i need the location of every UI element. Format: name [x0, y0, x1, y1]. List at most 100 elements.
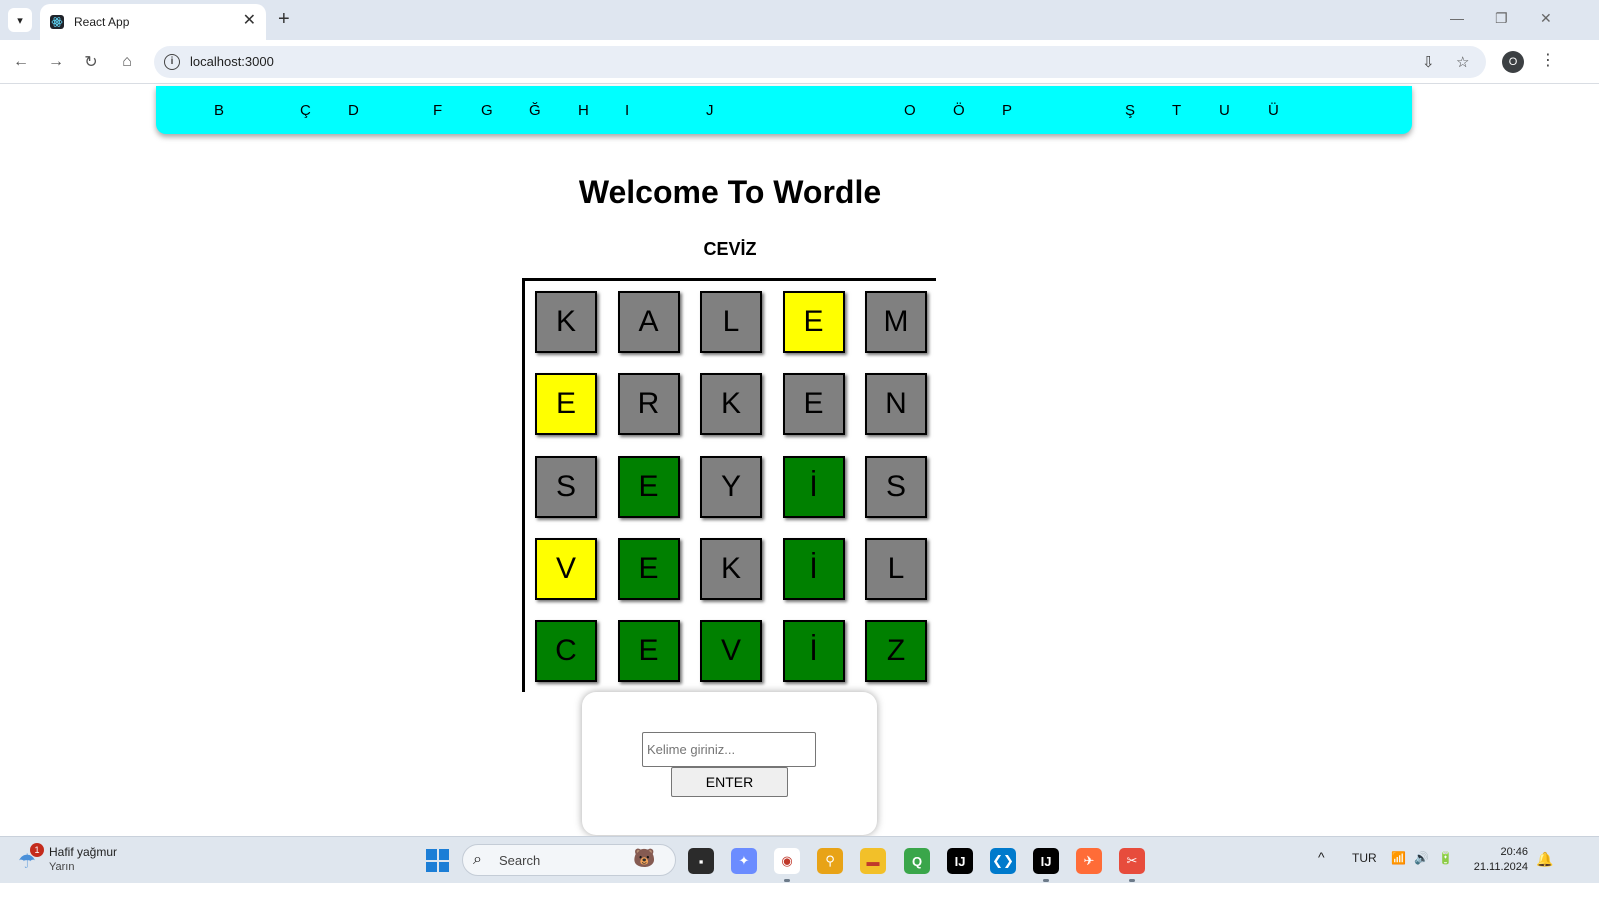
letter-tile: Z: [865, 620, 927, 683]
letter-tile: K: [700, 537, 762, 600]
remaining-letter: F: [433, 102, 443, 119]
remaining-letter: O: [904, 102, 916, 119]
letter-tile: M: [865, 291, 927, 353]
remaining-letter: Ğ: [529, 102, 541, 119]
language-indicator[interactable]: TUR: [1352, 851, 1377, 865]
remaining-letter: I: [625, 102, 630, 119]
enter-button[interactable]: ENTER: [671, 767, 788, 797]
home-icon[interactable]: ⌂: [116, 51, 138, 73]
guess-grid: KALEMERKENSEYİSVEKİLCEVİZ: [522, 278, 936, 692]
forward-icon[interactable]: →: [45, 51, 67, 73]
word-input[interactable]: [642, 732, 816, 767]
chrome-icon[interactable]: ◉: [774, 848, 800, 874]
back-icon[interactable]: ←: [10, 51, 32, 73]
remaining-letter: U: [1219, 102, 1230, 119]
remaining-letter: Ç: [300, 102, 311, 119]
letter-tile: K: [535, 291, 597, 353]
vscode-icon[interactable]: ❮❯: [990, 848, 1016, 874]
search-label: Search: [499, 853, 541, 868]
letter-tile: E: [617, 620, 680, 683]
remaining-letters-bar: BÇDFGĞHIJOÖPŞTUÜ: [156, 86, 1412, 134]
weather-subtitle: Yarın: [49, 861, 75, 873]
site-info-icon[interactable]: i: [164, 54, 180, 70]
weather-title[interactable]: Hafif yağmur: [49, 845, 117, 859]
search-icon: ⌕: [473, 851, 482, 868]
browser-tab-bar: ▾ React App ✕ + — ❐ ✕: [0, 0, 1599, 40]
weather-badge: 1: [30, 843, 44, 857]
browser-toolbar: ← → ↻ ⌂ i localhost:3000 ⇩ ☆ O ⋮: [0, 40, 1599, 84]
letter-tile: İ: [782, 620, 845, 683]
volume-icon[interactable]: 🔊: [1414, 851, 1429, 865]
start-icon[interactable]: [426, 849, 449, 872]
close-window-icon[interactable]: ✕: [1540, 10, 1552, 27]
wifi-icon[interactable]: 📶: [1391, 851, 1406, 865]
letter-tile: E: [617, 537, 680, 600]
remaining-letter: D: [348, 102, 359, 119]
restore-icon[interactable]: ❐: [1495, 10, 1508, 27]
running-indicator: [1043, 879, 1049, 882]
letter-tile: Y: [700, 455, 762, 518]
react-favicon-icon: [50, 15, 64, 29]
clock[interactable]: 20:46 21.11.2024: [1470, 845, 1528, 875]
profile-avatar[interactable]: O: [1502, 51, 1524, 73]
copilot-icon[interactable]: ✦: [731, 848, 757, 874]
clock-date: 21.11.2024: [1473, 861, 1528, 873]
postman-icon[interactable]: ✈: [1076, 848, 1102, 874]
letter-tile: S: [865, 455, 927, 518]
letter-tile: N: [865, 373, 927, 436]
letter-tile: K: [700, 373, 762, 436]
letter-tile: E: [535, 373, 597, 436]
letter-tile: E: [782, 291, 845, 353]
battery-icon[interactable]: 🔋: [1438, 851, 1453, 865]
bookmark-star-icon[interactable]: ☆: [1456, 53, 1469, 71]
browser-tab[interactable]: React App ✕: [40, 4, 266, 40]
remaining-letter: T: [1172, 102, 1182, 119]
letter-tile: İ: [782, 537, 845, 600]
browser-menu-icon[interactable]: ⋮: [1540, 50, 1556, 70]
letter-tile: A: [617, 291, 680, 353]
page-title: Welcome To Wordle: [578, 174, 882, 210]
reload-icon[interactable]: ↻: [80, 51, 102, 73]
clock-time: 20:46: [1500, 846, 1528, 858]
close-tab-icon[interactable]: ✕: [243, 13, 256, 29]
letter-tile: İ: [782, 455, 845, 518]
url-text[interactable]: localhost:3000: [190, 54, 274, 69]
taskbar-search[interactable]: ⌕ Search 🐻: [462, 844, 676, 876]
letter-tile: E: [617, 455, 680, 518]
install-app-icon[interactable]: ⇩: [1422, 53, 1435, 71]
target-word: CEVİZ: [703, 239, 757, 259]
taskbar: ☂ 1 Hafif yağmur Yarın ⌕ Search 🐻 ▪ ✦ ◉ ⚲ ▬ Q…: [0, 836, 1599, 883]
remaining-letter: P: [1002, 102, 1013, 119]
folder-icon[interactable]: ▬: [860, 848, 886, 874]
magnifier-icon[interactable]: ⚲: [817, 848, 843, 874]
running-indicator: [1129, 879, 1135, 882]
letter-tile: C: [535, 620, 597, 683]
letter-tile: V: [535, 537, 597, 600]
snipping-tool-icon[interactable]: ✂: [1119, 848, 1145, 874]
letter-tile: E: [782, 373, 845, 436]
running-indicator: [784, 879, 790, 882]
tray-overflow-icon[interactable]: ^: [1318, 849, 1325, 865]
intellij-icon[interactable]: IJ: [1033, 848, 1059, 874]
letter-tile: V: [700, 620, 762, 683]
minimize-icon[interactable]: —: [1450, 10, 1464, 26]
tab-search-dropdown-icon[interactable]: ▾: [8, 8, 32, 32]
letter-tile: L: [700, 291, 762, 353]
jetbrains-icon[interactable]: IJ: [947, 848, 973, 874]
remaining-letter: H: [578, 102, 589, 119]
qgis-icon[interactable]: Q: [904, 848, 930, 874]
tab-title: React App: [74, 15, 130, 29]
letter-tile: R: [617, 373, 680, 436]
remaining-letter: G: [481, 102, 493, 119]
remaining-letter: B: [214, 102, 225, 119]
address-bar[interactable]: i localhost:3000 ⇩ ☆: [154, 46, 1486, 78]
new-tab-icon[interactable]: +: [278, 9, 290, 29]
letter-tile: S: [535, 455, 597, 518]
guess-form-card: ENTER: [582, 692, 877, 835]
notification-bell-icon[interactable]: 🔔: [1536, 851, 1553, 868]
file-explorer-icon[interactable]: ▪: [688, 848, 714, 874]
remaining-letter: Ü: [1268, 102, 1279, 119]
remaining-letter: J: [706, 102, 714, 119]
letter-tile: L: [865, 537, 927, 600]
remaining-letter: Ö: [953, 102, 965, 119]
